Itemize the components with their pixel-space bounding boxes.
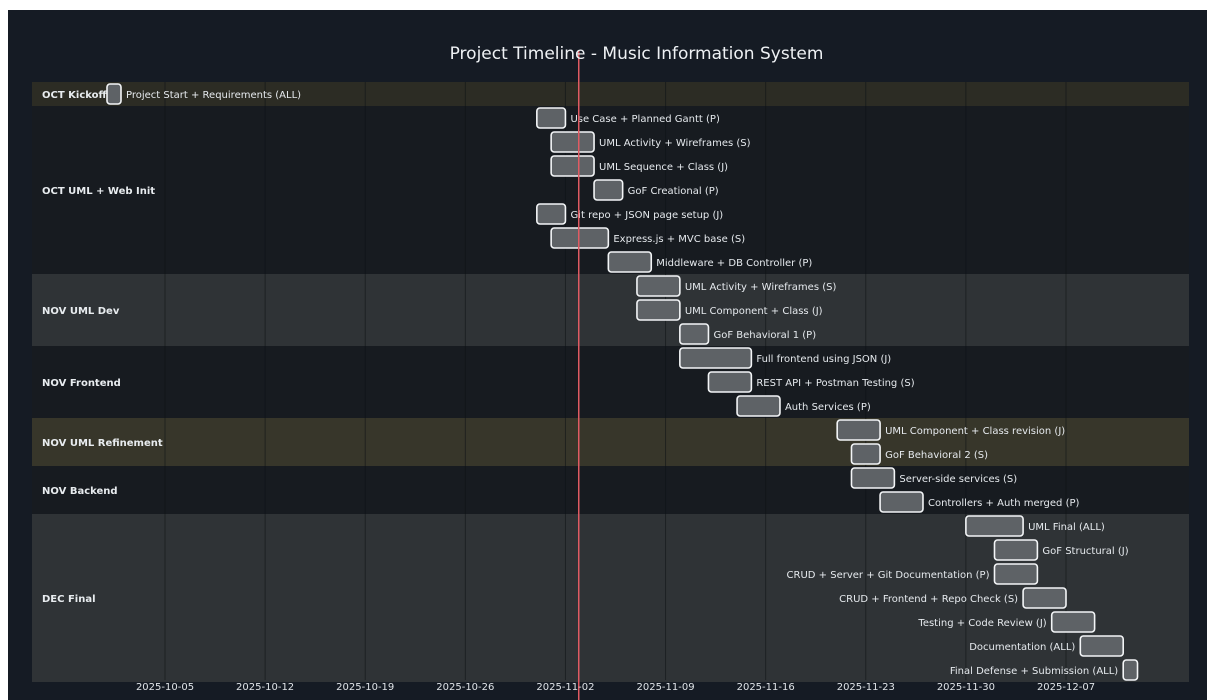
task-label: Middleware + DB Controller (P) [656,258,812,269]
x-tick-label: 2025-11-23 [837,682,895,693]
task-bar [965,515,1024,537]
task-label: Documentation (ALL) [969,642,1075,653]
task-bar [1079,635,1125,657]
task-bar [879,491,924,513]
task-bar [1122,659,1139,681]
task-label: Project Start + Requirements (ALL) [126,90,301,101]
section-label: OCT UML + Web Init [42,186,155,197]
gantt-chart: OCT Kickoff OCT UML + Web Init NOV UML Dev… [8,10,1207,700]
task-label: Use Case + Planned Gantt (P) [570,114,720,125]
task-bar [850,443,881,465]
task-bar [106,83,122,105]
section-label: NOV UML Dev [42,306,120,317]
x-tick-label: 2025-11-30 [937,682,995,693]
x-tick-label: 2025-10-19 [336,682,394,693]
task-bar [636,275,681,297]
task-label: Auth Services (P) [785,402,871,413]
x-tick-label: 2025-11-16 [737,682,795,693]
section-band [32,346,1189,418]
task-bar [550,155,595,177]
x-tick-label: 2025-11-02 [536,682,594,693]
task-bar [636,299,681,321]
task-label: Testing + Code Review (J) [917,618,1046,629]
task-bar [607,251,653,273]
x-tick-label: 2025-10-05 [136,682,194,693]
task-label: UML Sequence + Class (J) [599,162,728,173]
task-label: UML Component + Class revision (J) [885,426,1065,437]
section-label: DEC Final [42,594,96,605]
task-bar [736,395,781,417]
x-tick-label: 2025-10-26 [436,682,494,693]
task-label: CRUD + Server + Git Documentation (P) [787,570,990,581]
task-bar [993,563,1039,585]
task-label: UML Activity + Wireframes (S) [599,138,751,149]
task-label: GoF Behavioral 1 (P) [713,330,816,341]
section-label: NOV Frontend [42,378,121,389]
task-bar [550,131,595,153]
task-bar [679,323,710,345]
task-label: Server-side services (S) [899,474,1017,485]
task-label: Final Defense + Submission (ALL) [950,666,1118,677]
gantt-frame: OCT Kickoff OCT UML + Web Init NOV UML Dev… [8,10,1207,700]
task-bar [679,347,753,369]
section-label: NOV UML Refinement [42,438,163,449]
section-label: OCT Kickoff [42,90,107,101]
task-label: Controllers + Auth merged (P) [928,498,1080,509]
task-label: GoF Behavioral 2 (S) [885,450,988,461]
task-label: GoF Creational (P) [628,186,719,197]
task-label: GoF Structural (J) [1042,546,1128,557]
task-bar [1022,587,1067,609]
task-bar [707,371,753,393]
chart-title: Project Timeline - Music Information Sys… [449,44,824,64]
task-bar [536,203,567,225]
section-band [32,274,1189,346]
task-bar [550,227,610,249]
task-bar [836,419,881,441]
task-label: UML Activity + Wireframes (S) [685,282,837,293]
task-label: Git repo + JSON page setup (J) [570,210,723,221]
task-bar [850,467,896,489]
section-label: NOV Backend [42,486,118,497]
task-label: UML Component + Class (J) [685,306,823,317]
task-bar [593,179,624,201]
x-tick-label: 2025-11-09 [636,682,694,693]
x-tick-label: 2025-12-07 [1037,682,1095,693]
task-bar [1050,611,1096,633]
task-label: UML Final (ALL) [1028,522,1105,533]
task-bar [993,539,1039,561]
task-label: CRUD + Frontend + Repo Check (S) [839,594,1018,605]
task-label: Full frontend using JSON (J) [756,354,891,365]
task-bar [536,107,567,129]
task-label: Express.js + MVC base (S) [613,234,745,245]
x-tick-label: 2025-10-12 [236,682,294,693]
task-label: REST API + Postman Testing (S) [756,378,914,389]
